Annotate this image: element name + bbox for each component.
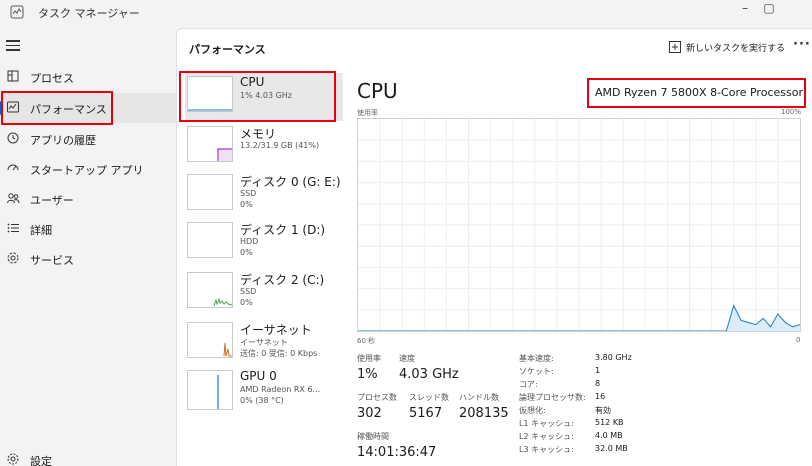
disk-2-thumbnail bbox=[187, 272, 233, 308]
sidebar-item-app-history[interactable]: アプリの履歴 bbox=[0, 124, 176, 154]
processes-icon bbox=[7, 70, 19, 82]
device-gpu-0[interactable]: GPU 0 AMD Radeon RX 6... 0% (38 °C) bbox=[185, 367, 343, 415]
usage-stat-label: 使用率 bbox=[357, 354, 381, 363]
device-sub: 0% (38 °C) bbox=[240, 396, 284, 405]
page-title: パフォーマンス bbox=[189, 43, 266, 56]
processes-stat-value: 302 bbox=[357, 406, 382, 421]
device-name: ディスク 2 (C:) bbox=[240, 273, 325, 287]
device-name: GPU 0 bbox=[240, 369, 277, 383]
disk-1-thumbnail bbox=[187, 222, 233, 258]
graph-grid bbox=[358, 119, 800, 331]
startup-icon bbox=[7, 164, 19, 171]
device-name: メモリ bbox=[240, 127, 277, 141]
threads-stat-value: 5167 bbox=[409, 406, 443, 421]
sidebar-item-services[interactable]: サービス bbox=[0, 244, 176, 274]
spec-value: 1 bbox=[595, 366, 601, 375]
sidebar-item-label: 詳細 bbox=[30, 224, 52, 237]
sidebar-item-label: スタートアップ アプリ bbox=[30, 164, 144, 177]
device-sub: HDD bbox=[240, 237, 259, 246]
spec-key: L1 キャッシュ: bbox=[519, 419, 574, 428]
spec-value: 512 KB bbox=[595, 418, 624, 427]
hamburger-menu-icon[interactable] bbox=[6, 40, 22, 54]
graph-min-label: 0 bbox=[796, 336, 801, 344]
services-icon bbox=[7, 252, 19, 264]
device-sub: AMD Radeon RX 6... bbox=[240, 385, 321, 394]
spec-value: 8 bbox=[595, 379, 601, 388]
sidebar-item-users[interactable]: ユーザー bbox=[0, 184, 176, 214]
spec-key: 基本速度: bbox=[519, 354, 554, 363]
cpu-highlight-box bbox=[179, 71, 336, 122]
history-icon bbox=[7, 132, 19, 144]
handles-stat-value: 208135 bbox=[459, 406, 509, 421]
cpu-title: CPU bbox=[357, 79, 398, 103]
main-panel: パフォーマンス 新しいタスクを実行する ··· CPU 1% 4.03 GHz … bbox=[176, 28, 812, 466]
spec-key: L3 キャッシュ: bbox=[519, 445, 574, 454]
sidebar-item-details[interactable]: 詳細 bbox=[0, 214, 176, 244]
processes-stat-label: プロセス数 bbox=[357, 393, 397, 402]
device-name: イーサネット bbox=[240, 323, 312, 337]
device-memory[interactable]: メモリ 13.2/31.9 GB (41%) bbox=[185, 123, 343, 171]
device-name: ディスク 0 (G: E:) bbox=[240, 175, 341, 189]
spec-value: 有効 bbox=[595, 406, 611, 415]
task-manager-icon bbox=[10, 5, 24, 19]
performance-highlight-box bbox=[1, 91, 113, 125]
sidebar-item-label: サービス bbox=[30, 254, 74, 267]
speed-stat-value: 4.03 GHz bbox=[399, 367, 459, 382]
run-new-task-label: 新しいタスクを実行する bbox=[686, 44, 786, 54]
spec-key: L2 キャッシュ: bbox=[519, 432, 574, 441]
sidebar-item-label: ユーザー bbox=[30, 194, 74, 207]
sidebar-item-label: アプリの履歴 bbox=[30, 134, 96, 147]
disk-0-thumbnail bbox=[187, 174, 233, 210]
device-sub: イーサネット bbox=[240, 338, 288, 347]
graph-time-label: 60 秒 bbox=[357, 337, 376, 345]
title-bar: タスク マネージャー – ▢ bbox=[0, 0, 812, 28]
spec-key: コア: bbox=[519, 380, 538, 389]
device-sub: 送信: 0 受信: 0 Kbps bbox=[240, 349, 318, 358]
settings-button[interactable]: 設定 bbox=[0, 449, 176, 466]
handles-stat-label: ハンドル数 bbox=[459, 393, 499, 402]
spec-value: 4.0 MB bbox=[595, 431, 623, 440]
settings-label: 設定 bbox=[30, 455, 52, 466]
device-disk-0[interactable]: ディスク 0 (G: E:) SSD 0% bbox=[185, 171, 343, 219]
speed-stat-label: 速度 bbox=[399, 354, 415, 363]
spec-key: 論理プロセッサ数: bbox=[519, 393, 586, 402]
maximize-button[interactable]: ▢ bbox=[754, 0, 784, 24]
uptime-stat-label: 稼働時間 bbox=[357, 432, 389, 441]
device-ethernet[interactable]: イーサネット イーサネット 送信: 0 受信: 0 Kbps bbox=[185, 319, 343, 367]
device-disk-2[interactable]: ディスク 2 (C:) SSD 0% bbox=[185, 269, 343, 317]
device-sub: 13.2/31.9 GB (41%) bbox=[240, 141, 320, 150]
device-sub: SSD bbox=[240, 189, 257, 198]
more-options-button[interactable]: ··· bbox=[793, 37, 811, 52]
device-sub: 0% bbox=[240, 298, 253, 307]
sidebar-item-startup[interactable]: スタートアップ アプリ bbox=[0, 154, 176, 184]
spec-value: 16 bbox=[595, 392, 606, 401]
gear-icon bbox=[7, 453, 19, 465]
users-icon bbox=[7, 193, 20, 204]
memory-thumbnail bbox=[187, 126, 233, 162]
device-sub: 0% bbox=[240, 248, 253, 257]
cpu-usage-graph bbox=[357, 118, 801, 332]
device-sub: SSD bbox=[240, 287, 257, 296]
threads-stat-label: スレッド数 bbox=[409, 393, 449, 402]
device-name: ディスク 1 (D:) bbox=[240, 223, 326, 237]
graph-max-label: 100% bbox=[781, 108, 802, 116]
device-disk-1[interactable]: ディスク 1 (D:) HDD 0% bbox=[185, 219, 343, 267]
spec-value: 32.0 MB bbox=[595, 444, 628, 453]
spec-key: ソケット: bbox=[519, 367, 554, 376]
sidebar-item-processes[interactable]: プロセス bbox=[0, 62, 176, 92]
details-icon bbox=[7, 223, 19, 233]
cpu-usage-chart bbox=[358, 119, 801, 332]
uptime-stat-value: 14:01:36:47 bbox=[357, 445, 437, 460]
new-task-icon bbox=[669, 41, 681, 53]
spec-value: 3.80 GHz bbox=[595, 353, 632, 362]
model-highlight-box bbox=[587, 78, 806, 108]
graph-usage-label: 使用率 bbox=[357, 109, 378, 117]
sidebar-item-label: プロセス bbox=[30, 72, 74, 85]
device-sub: 0% bbox=[240, 200, 253, 209]
ethernet-thumbnail bbox=[187, 322, 233, 358]
gpu-0-thumbnail bbox=[187, 370, 233, 410]
usage-stat-value: 1% bbox=[357, 367, 378, 382]
window-title: タスク マネージャー bbox=[38, 7, 140, 20]
spec-key: 仮想化: bbox=[519, 406, 546, 415]
